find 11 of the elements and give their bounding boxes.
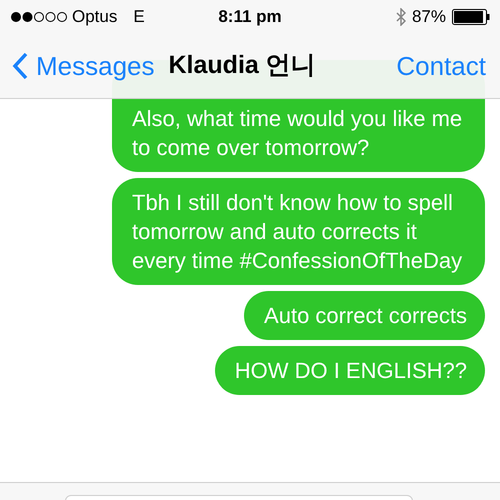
bluetooth-icon [396, 8, 406, 26]
chevron-left-icon [12, 52, 28, 80]
message-bubble: Tbh I still don't know how to spell tomorrow and auto corrects it every time #ConfessionOfTheDay [112, 178, 485, 285]
status-time: 8:11 pm [218, 6, 282, 28]
carrier-name: Optus [72, 6, 118, 28]
signal-icon [10, 11, 68, 23]
battery-percent: 87% [412, 6, 446, 28]
message-bubble: HOW DO I ENGLISH?? [214, 346, 485, 395]
battery-icon [452, 9, 490, 25]
network-type: E [133, 6, 145, 28]
message-bubble: Auto correct corrects [244, 291, 485, 340]
